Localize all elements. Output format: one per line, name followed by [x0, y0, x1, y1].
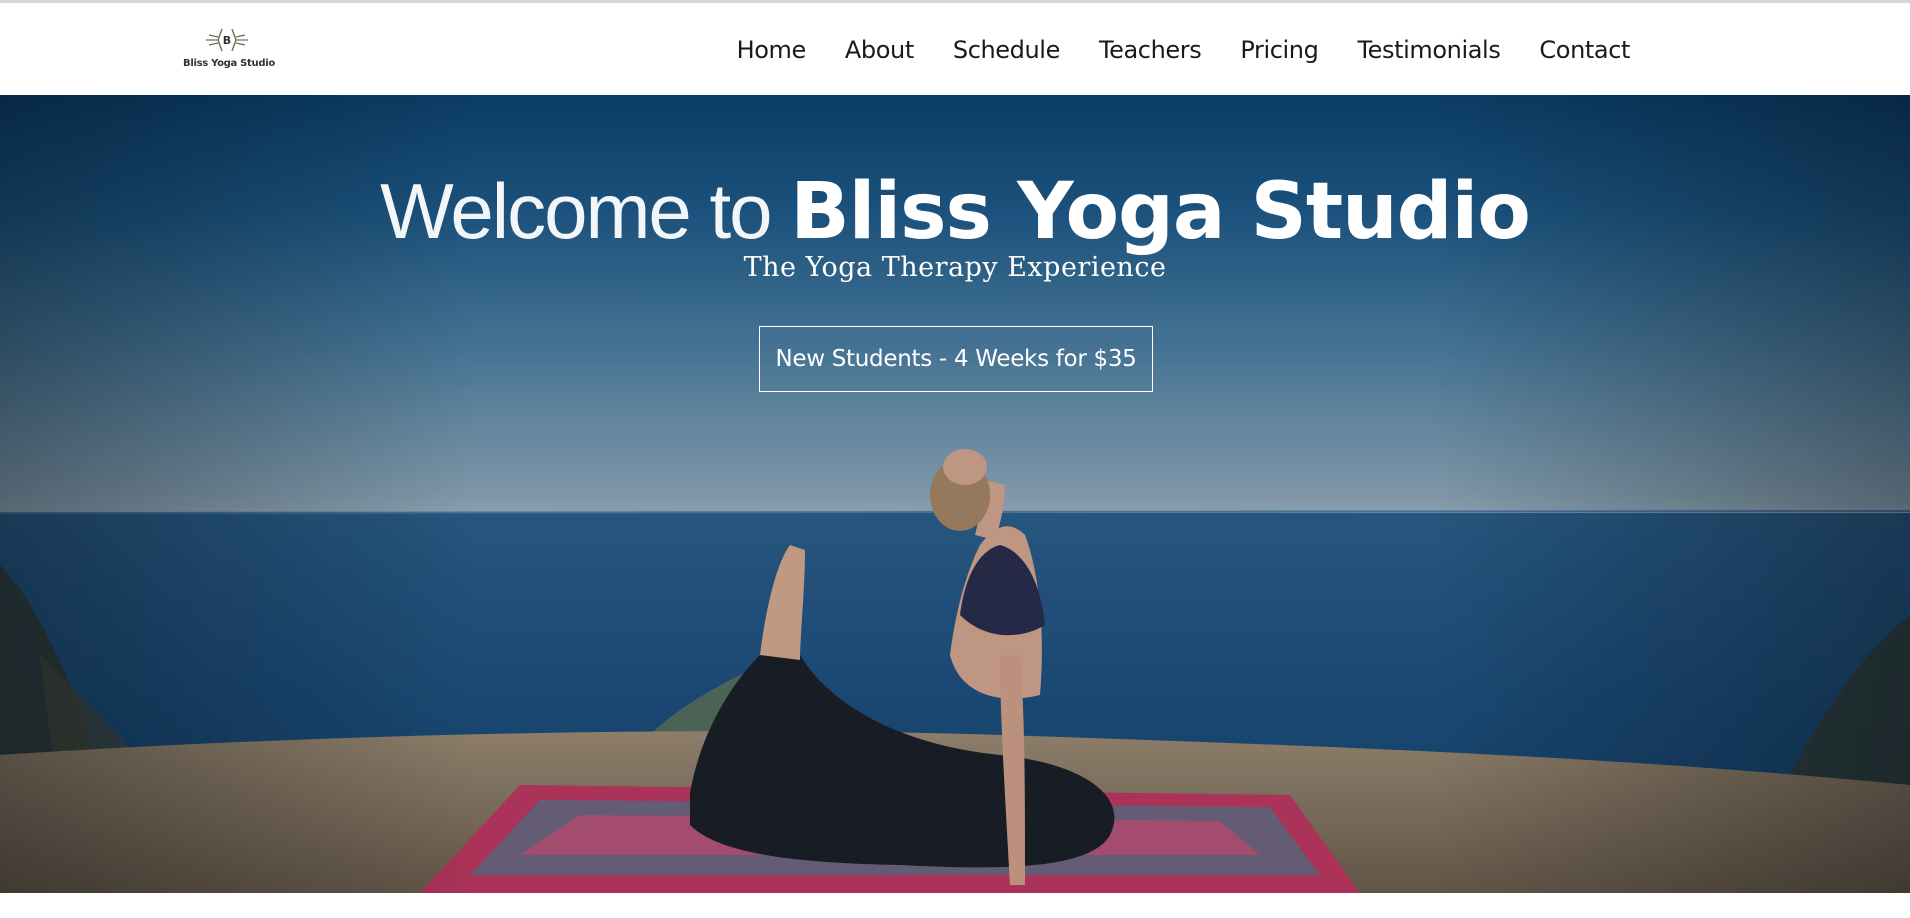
new-students-offer-button[interactable]: New Students - 4 Weeks for $35 — [759, 326, 1153, 392]
hero-title-brand: Bliss Yoga Studio — [790, 167, 1531, 257]
nav-item-contact[interactable]: Contact — [1539, 33, 1630, 67]
hero-title: Welcome to Bliss Yoga Studio — [0, 163, 1910, 260]
nav-item-pricing[interactable]: Pricing — [1240, 33, 1319, 67]
nav-item-home[interactable]: Home — [737, 33, 807, 67]
nav-item-schedule[interactable]: Schedule — [953, 33, 1060, 67]
nav-item-teachers[interactable]: Teachers — [1099, 33, 1202, 67]
nav-item-about[interactable]: About — [845, 33, 914, 67]
main-nav: Home About Schedule Teachers Pricing Tes… — [737, 33, 1631, 67]
logo-letter: B — [223, 34, 231, 47]
site-logo[interactable]: B Bliss Yoga Studio — [183, 27, 275, 77]
nav-item-testimonials[interactable]: Testimonials — [1357, 33, 1500, 67]
site-header: B Bliss Yoga Studio Home About Schedule … — [0, 3, 1910, 96]
hero-title-prefix: Welcome to — [380, 167, 791, 255]
hero-subtitle: The Yoga Therapy Experience — [743, 252, 1167, 283]
logo-text: Bliss Yoga Studio — [183, 58, 275, 69]
logo-icon: B — [206, 28, 248, 52]
page-bottom — [0, 893, 1910, 918]
